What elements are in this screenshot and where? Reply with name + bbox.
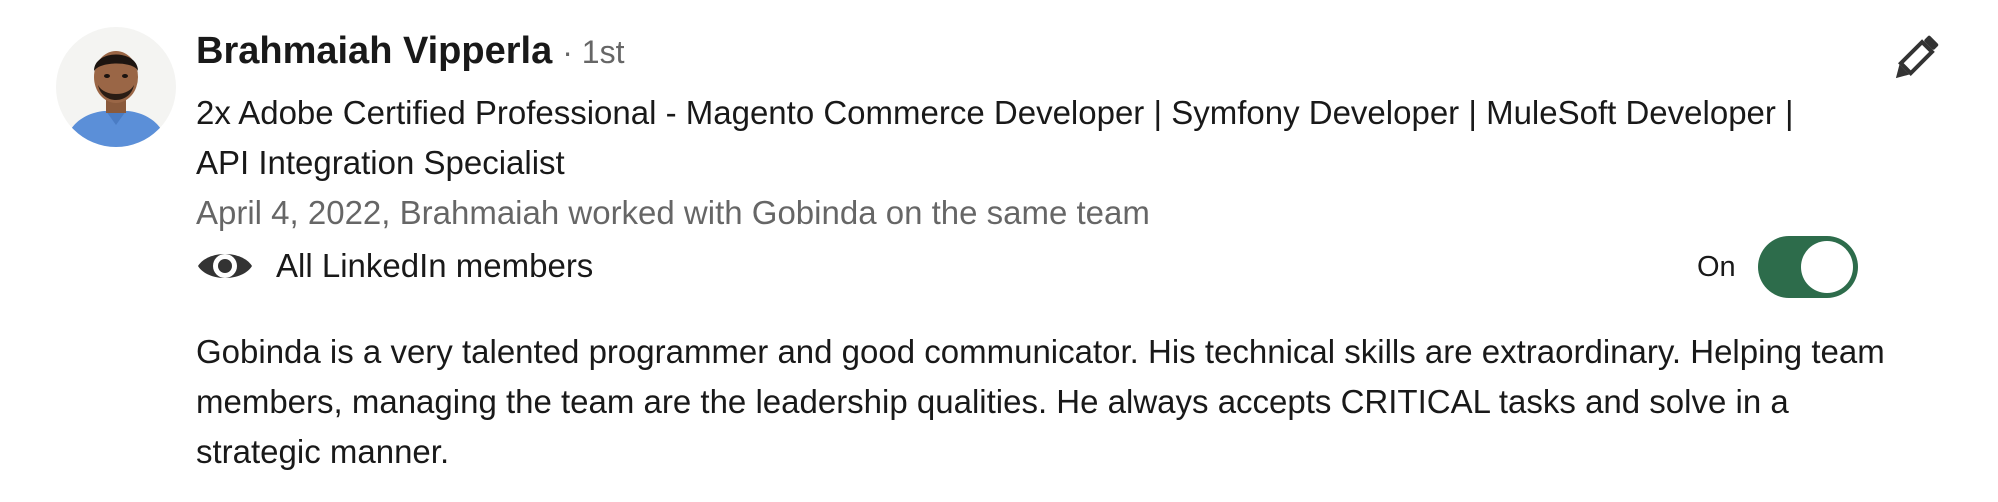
eye-icon (196, 246, 254, 286)
connection-degree: · 1st (562, 34, 625, 70)
recommender-name[interactable]: Brahmaiah Vipperla (196, 30, 552, 73)
pencil-icon[interactable] (1886, 30, 1944, 88)
toggle-label: On (1697, 250, 1736, 283)
visibility-toggle-group: On (1697, 236, 1858, 298)
visibility-row: All LinkedIn members (196, 237, 1876, 295)
name-row: Brahmaiah Vipperla · 1st (196, 30, 1876, 86)
recommendation-card: Brahmaiah Vipperla · 1st 2x Adobe Certif… (0, 0, 1998, 502)
visibility-toggle[interactable] (1757, 236, 1858, 298)
recommendation-text: Gobinda is a very talented programmer an… (196, 333, 1885, 470)
avatar-photo (56, 27, 176, 147)
avatar[interactable] (56, 27, 176, 147)
relationship-line: April 4, 2022, Brahmaiah worked with Gob… (196, 194, 1150, 231)
visibility-label: All LinkedIn members (276, 247, 594, 284)
recommendation-header: Brahmaiah Vipperla · 1st 2x Adobe Certif… (196, 30, 1876, 295)
recommender-headline: 2x Adobe Certified Professional - Magent… (196, 94, 1794, 181)
toggle-knob (1800, 241, 1853, 293)
